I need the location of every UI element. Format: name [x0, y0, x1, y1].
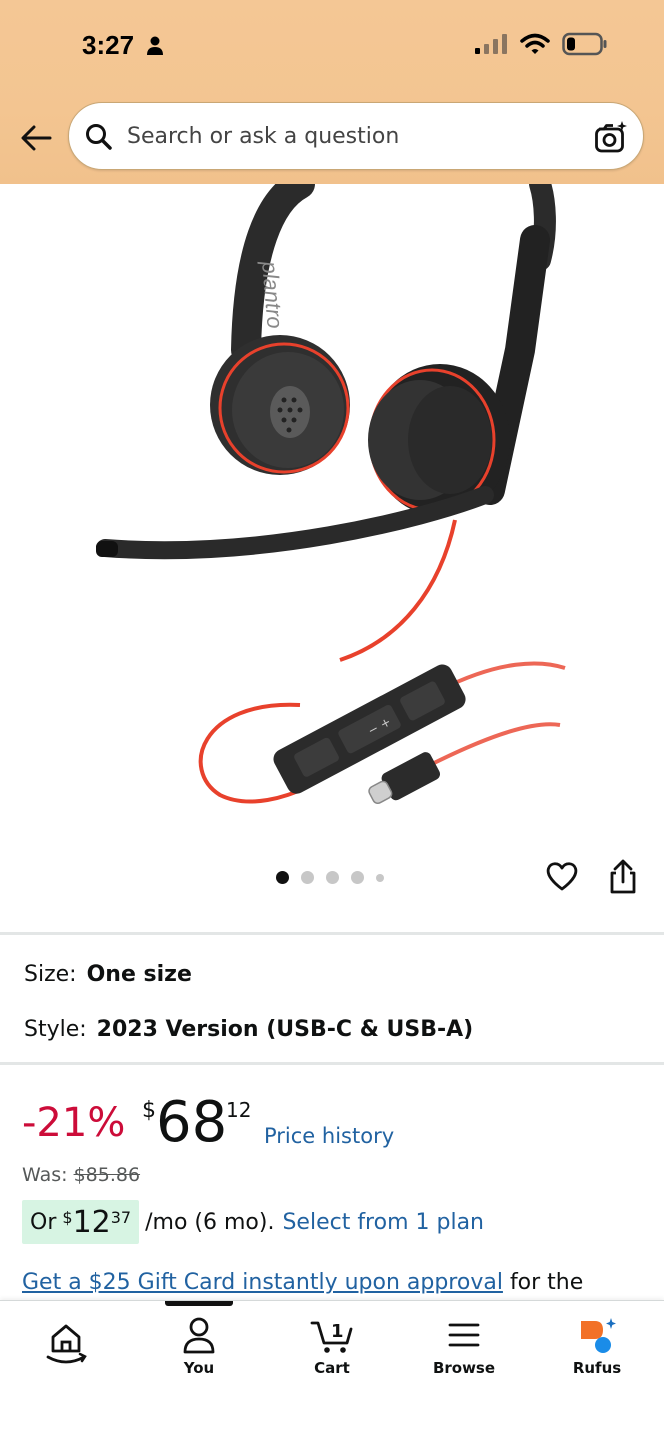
rufus-icon	[581, 1318, 616, 1353]
price-block: -21% $ 68 12 Price history	[22, 1090, 642, 1160]
nav-active-indicator	[165, 1301, 233, 1306]
share-icon[interactable]	[606, 858, 640, 901]
size-selector[interactable]: Size: One size	[24, 962, 192, 987]
gift-card-rest: for the	[509, 1270, 584, 1295]
section-divider	[0, 1062, 664, 1065]
gift-card-offer: Get a $25 Gift Card instantly upon appro…	[22, 1270, 583, 1295]
search-bar[interactable]	[68, 102, 644, 170]
monthly-whole: 12	[72, 1204, 111, 1240]
headset-image: plantro − +	[96, 184, 566, 805]
person-icon	[183, 1317, 215, 1354]
wifi-icon	[520, 33, 550, 60]
was-label: Was:	[22, 1164, 68, 1186]
status-icons	[474, 32, 608, 61]
carousel-dot[interactable]	[351, 871, 364, 884]
cart-icon: 1	[310, 1321, 353, 1353]
size-label: Size:	[24, 962, 77, 987]
style-value: 2023 Version (USB-C & USB-A)	[96, 1017, 474, 1042]
nav-browse-label: Browse	[432, 1359, 496, 1377]
back-button[interactable]	[16, 118, 56, 158]
nav-rufus[interactable]: Rufus	[547, 1315, 647, 1385]
carousel-dot[interactable]	[276, 871, 289, 884]
nav-you-label: You	[183, 1359, 215, 1377]
menu-icon	[448, 1323, 480, 1347]
monthly-fraction: 37	[110, 1208, 132, 1227]
heart-icon[interactable]	[544, 858, 580, 899]
app-header: 3:27	[0, 0, 664, 184]
battery-icon	[562, 32, 608, 61]
was-price: Was: $85.86	[22, 1164, 140, 1186]
was-value: $85.86	[73, 1164, 141, 1186]
select-plan-link[interactable]: Select from 1 plan	[282, 1210, 484, 1235]
style-selector[interactable]: Style: 2023 Version (USB-C & USB-A)	[24, 1017, 473, 1042]
cart-count: 1	[331, 1321, 344, 1342]
carousel-dot[interactable]	[326, 871, 339, 884]
gift-card-link[interactable]: Get a $25 Gift Card instantly upon appro…	[22, 1270, 503, 1295]
size-value: One size	[86, 962, 192, 987]
search-icon	[85, 123, 113, 156]
bottom-nav: You 1 Cart Browse Rufus	[0, 1300, 664, 1440]
back-arrow-icon	[21, 125, 52, 151]
price-fraction: 12	[226, 1098, 252, 1122]
status-time: 3:27	[82, 30, 135, 60]
monthly-payment: Or $ 12 37 /mo (6 mo). Select from 1 pla…	[22, 1200, 484, 1244]
nav-cart-label: Cart	[314, 1359, 350, 1377]
discount-percent: -21%	[22, 1100, 126, 1146]
product-image[interactable]: plantro − +	[0, 184, 664, 844]
nav-browse[interactable]: Browse	[414, 1315, 514, 1385]
monthly-currency: $	[62, 1208, 73, 1227]
camera-search-icon[interactable]	[593, 119, 629, 160]
section-divider	[0, 932, 664, 935]
nav-you[interactable]: You	[149, 1315, 249, 1385]
monthly-suffix: /mo (6 mo).	[145, 1209, 275, 1235]
price-history-link[interactable]: Price history	[264, 1124, 394, 1148]
home-icon	[46, 1324, 87, 1364]
price-whole: 68	[156, 1090, 228, 1155]
price-currency: $	[142, 1098, 156, 1123]
nav-home[interactable]	[16, 1315, 116, 1385]
person-status-icon	[146, 36, 164, 61]
monthly-badge: Or $ 12 37	[22, 1200, 140, 1244]
carousel-dots[interactable]	[276, 871, 384, 884]
monthly-or: Or	[30, 1209, 57, 1235]
carousel-dot[interactable]	[376, 873, 384, 882]
signal-icon	[474, 33, 508, 60]
search-input[interactable]	[127, 103, 577, 169]
nav-cart[interactable]: 1 Cart	[282, 1315, 382, 1385]
nav-rufus-label: Rufus	[572, 1359, 622, 1377]
carousel-dot[interactable]	[301, 871, 314, 884]
style-label: Style:	[24, 1017, 87, 1042]
